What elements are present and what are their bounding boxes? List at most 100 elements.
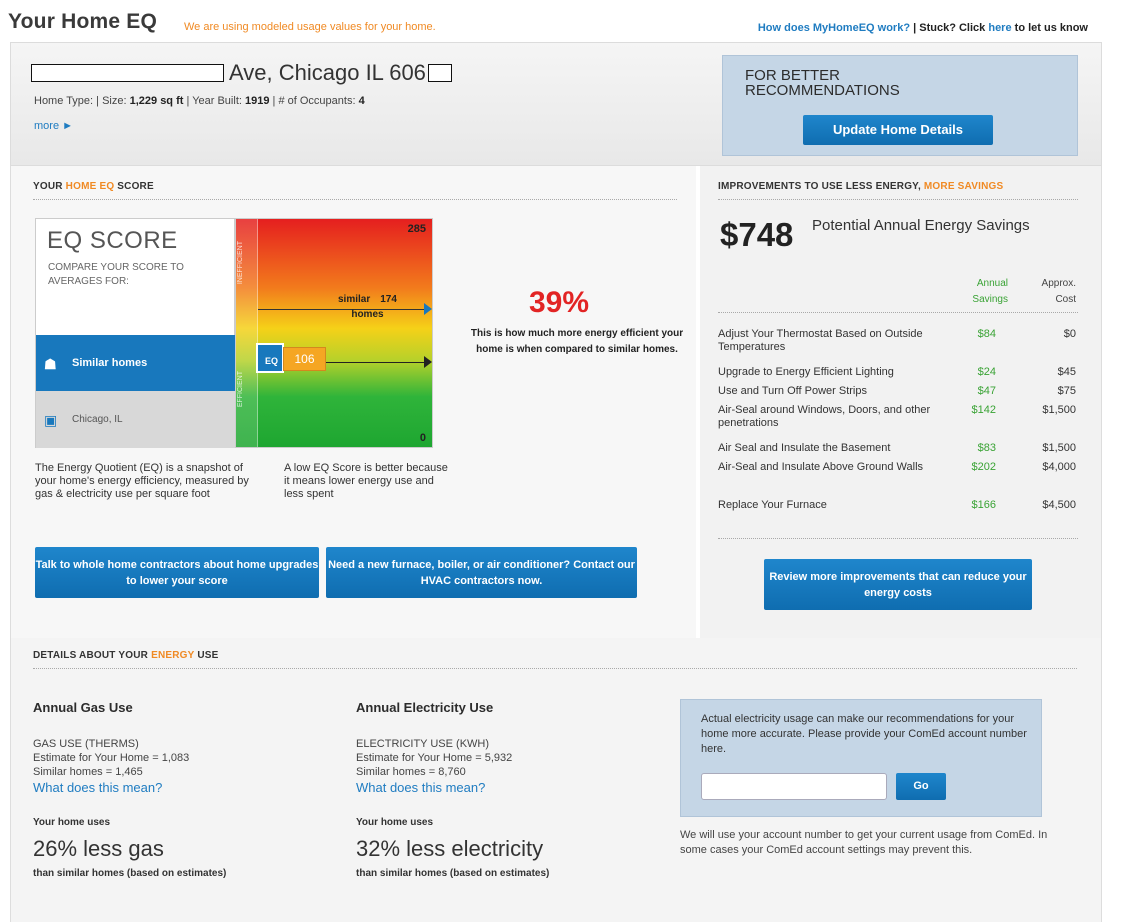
improvement-savings: $142 [971,404,996,416]
improvement-savings: $24 [977,366,996,378]
gas-use-block: Annual Gas Use GAS USE (THERMS) Estimate… [33,700,333,879]
electricity-comparison: 32% less electricity [356,836,544,861]
comed-account-note: We will use your account number to get y… [680,829,1048,856]
electricity-use-estimate: Estimate for Your Home = 5,932 [356,752,513,764]
gauge-max: 285 [407,223,426,235]
details-section-post: USE [194,650,219,661]
details-section-heading: DETAILS ABOUT YOUR ENERGY USE [33,650,218,661]
improvements-section-orange: MORE SAVINGS [923,181,1004,192]
improvement-name: Air-Seal and Insulate Above Ground Walls [718,461,924,473]
improvement-savings: $83 [977,442,996,454]
similar-marker-value: 174 [380,294,397,305]
compare-chicago[interactable]: ▣ Chicago, IL [36,391,236,448]
better-recommendations-box: FOR BETTER RECOMMENDATIONS Update Home D… [722,55,1078,156]
comed-account-input[interactable] [701,773,887,800]
gas-use-estimate: Estimate for Your Home = 1,083 [33,752,190,764]
redacted-zip [427,64,452,82]
chicago-label: Chicago, IL [72,414,123,425]
improvement-row: Adjust Your Thermostat Based on Outside … [718,328,1080,366]
eq-section-post: SCORE [114,181,154,192]
house-icon-text: EQ [265,356,279,366]
go-button[interactable]: Go [896,773,946,800]
annual-savings-column-header: Annual Savings [972,278,1008,305]
electricity-your-home-uses: Your home uses [356,817,434,828]
improvement-cost: $1,500 [1042,442,1076,454]
home-type-label: Home Type: [34,95,97,107]
improvement-row: Air-Seal and Insulate Above Ground Walls… [718,461,1080,499]
redacted-street [31,64,224,82]
improvement-name: Air-Seal around Windows, Doors, and othe… [718,404,931,429]
top-bar: Your Home EQ We are using modeled usage … [0,0,1126,42]
size-label: | Size: [96,95,130,107]
how-it-works-link[interactable]: How does MyHomeEQ work? [758,22,910,34]
gauge-efficient-label: EFFICIENT [237,371,244,408]
eq-gauge: INEFFICIENT EFFICIENT 285 0 similar 174 h… [235,218,433,448]
size-value: 1,229 sq ft [129,95,184,107]
improvement-savings: $47 [977,385,996,397]
electricity-what-does-this-mean-link[interactable]: What does this mean? [356,780,656,795]
gas-use-similar: Similar homes = 1,465 [33,766,143,778]
better-recommendations-title: FOR BETTER RECOMMENDATIONS [745,67,900,99]
eq-low-score-note: A low EQ Score is better because it mean… [284,462,448,500]
details-section-pre: DETAILS ABOUT YOUR [33,650,152,661]
update-home-details-button[interactable]: Update Home Details [803,115,993,145]
eq-score-panel: YOUR HOME EQ SCORE EQ SCORE COMPARE YOUR… [10,166,696,638]
more-link[interactable]: more ► [34,120,73,132]
compare-similar-homes[interactable]: ☗ Similar homes [36,335,236,391]
improvement-row: Air Seal and Insulate the Basement $83 $1,… [718,442,1080,461]
whole-home-contractors-button[interactable]: Talk to whole home contractors about hom… [35,547,319,598]
divider [718,199,1078,200]
improvement-cost: $45 [1057,366,1076,378]
improvement-name: Replace Your Furnace [718,499,827,511]
gas-use-lines: GAS USE (THERMS) Estimate for Your Home … [33,737,333,779]
hvac-contractors-button[interactable]: Need a new furnace, boiler, or air condi… [326,547,637,598]
divider [33,199,677,200]
occupants-value: 4 [358,95,365,107]
electricity-use-title: Annual Electricity Use [356,700,494,715]
improvements-section-pre: IMPROVEMENTS TO USE LESS ENERGY, [718,181,924,192]
similar-marker-text: similar [338,294,371,305]
address-row: Ave, Chicago IL 606 [31,60,452,86]
improvement-row: Upgrade to Energy Efficient Lighting $24 $… [718,366,1080,385]
home-address: Ave, Chicago IL 606 [229,60,426,85]
divider [718,312,1078,313]
similar-homes-label: Similar homes [72,357,148,369]
details-section-orange: ENERGY [151,650,195,661]
improvement-name: Upgrade to Energy Efficient Lighting [718,366,894,378]
gas-use-title: Annual Gas Use [33,700,133,715]
electricity-use-lines: ELECTRICITY USE (KWH) Estimate for Your … [356,737,656,779]
home-header-panel: Ave, Chicago IL 606 Home Type: | Size: 1… [10,42,1102,166]
eq-section-pre: YOUR [33,181,66,192]
improvement-cost: $75 [1057,385,1076,397]
improvement-row: Air-Seal around Windows, Doors, and othe… [718,404,1080,442]
eq-compare-panel: EQ SCORE COMPARE YOUR SCORE TO AVERAGES … [35,218,236,448]
home-meta: Home Type: | Size: 1,229 sq ft | Year Bu… [34,95,365,107]
your-home-score: 106 [283,347,326,371]
eq-score-widget: EQ SCORE COMPARE YOUR SCORE TO AVERAGES … [35,218,433,448]
your-home-arrow-icon [424,356,432,368]
house-icon: EQ [256,343,284,373]
gas-what-does-this-mean-link[interactable]: What does this mean? [33,780,333,795]
gas-comparison: 26% less gas [33,836,164,861]
electricity-comparison-note: than similar homes (based on estimates) [356,868,550,879]
stuck-here-link[interactable]: here [988,22,1011,34]
energy-details-panel: DETAILS ABOUT YOUR ENERGY USE Annual Gas… [10,638,1102,922]
improvement-cost: $4,500 [1042,499,1076,511]
eq-compare-subtitle: COMPARE YOUR SCORE TO AVERAGES FOR: [48,262,184,287]
gauge-inefficient-label: INEFFICIENT [237,241,244,285]
improvements-panel: IMPROVEMENTS TO USE LESS ENERGY, MORE SA… [700,166,1102,638]
improvement-savings: $202 [971,461,996,473]
occupants-label: | # of Occupants: [269,95,359,107]
your-home-score-badge: EQ 106 [256,343,326,373]
comed-account-prompt: Actual electricity usage can make our re… [701,713,1027,755]
efficiency-percent: 39% [529,286,590,319]
page-title: Your Home EQ [8,10,158,33]
improvement-cost: $1,500 [1042,404,1076,416]
review-improvements-button[interactable]: Review more improvements that can reduce… [764,559,1032,610]
approx-cost-column-header: Approx. Cost [1041,278,1076,305]
similar-homes-icon: ☗ [44,356,57,372]
electricity-use-similar: Similar homes = 8,760 [356,766,466,778]
improvement-name: Use and Turn Off Power Strips [718,385,867,397]
stuck-prefix: | Stuck? Click [910,22,989,34]
gauge-min: 0 [419,432,426,444]
